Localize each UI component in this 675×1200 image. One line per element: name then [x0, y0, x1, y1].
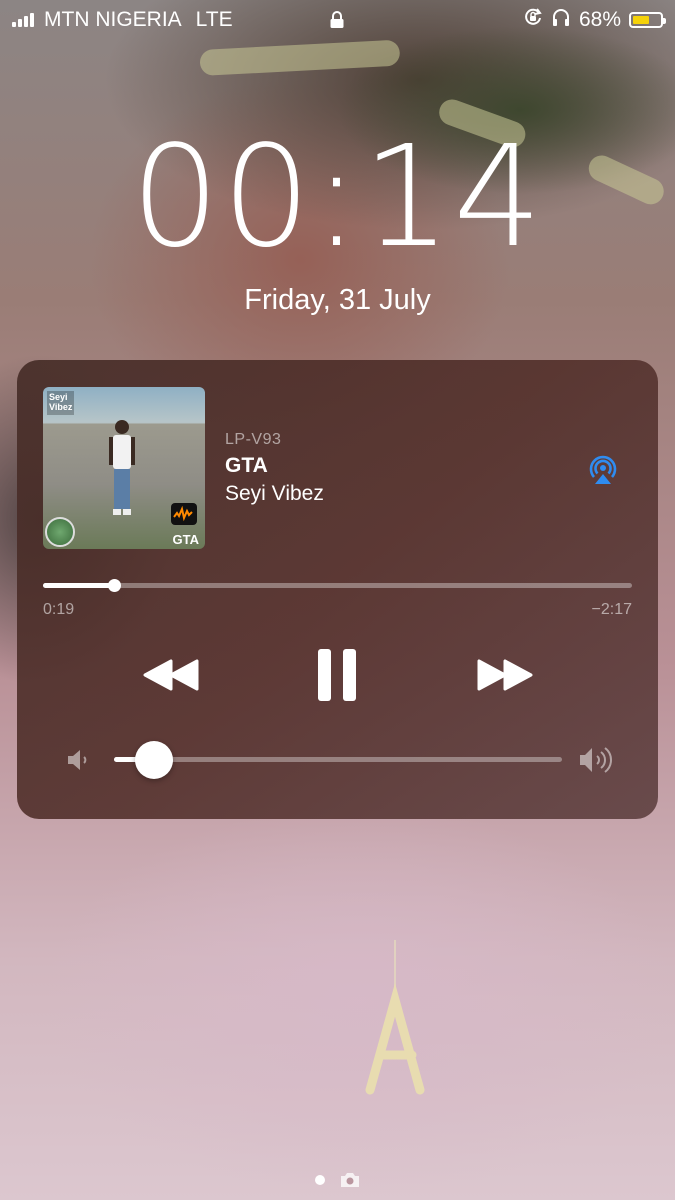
artwork-figure: [109, 420, 135, 515]
artwork-minimap: [45, 517, 75, 547]
playback-progress-fill: [43, 583, 114, 588]
volume-low-icon: [68, 750, 87, 770]
network-type: LTE: [195, 8, 233, 31]
camera-icon[interactable]: [339, 1172, 361, 1188]
artwork-badge-text: GTA: [172, 532, 199, 547]
status-bar: MTN NIGERIA LTE 68%: [0, 0, 675, 40]
signal-bars-icon: [12, 13, 34, 27]
pause-button[interactable]: [307, 645, 367, 705]
battery-percent: 68%: [578, 8, 621, 31]
playback-controls: [17, 645, 658, 705]
pause-icon: [318, 649, 356, 701]
wallpaper-detail: [199, 39, 401, 76]
status-bar-right: 68%: [523, 7, 675, 33]
rewind-icon: [143, 659, 199, 691]
lock-screen-time: 00:14: [130, 116, 545, 279]
lock-icon: [329, 11, 345, 35]
page-indicator: [0, 1172, 675, 1188]
volume-high-icon: [580, 747, 612, 773]
fast-forward-button[interactable]: [472, 645, 538, 705]
track-title: GTA: [225, 454, 268, 477]
headphones-icon: [551, 7, 571, 33]
carrier-name: MTN NIGERIA: [44, 8, 182, 31]
audiomack-icon: [171, 503, 197, 525]
volume-slider-knob[interactable]: [135, 741, 174, 779]
lock-screen-date: Friday, 31 July: [244, 284, 431, 316]
playback-source: LP-V93: [225, 431, 282, 448]
track-artist: Seyi Vibez: [225, 482, 324, 505]
rotation-lock-icon: [523, 7, 543, 33]
artwork-logo-text: Seyi Vibez: [47, 391, 75, 415]
playback-scrubber-knob[interactable]: [107, 579, 121, 592]
now-playing-widget[interactable]: Seyi Vibez GTA LP-V93 GTA Seyi Vibez 0:1…: [17, 360, 658, 819]
elapsed-time: 0:19: [43, 601, 75, 618]
airplay-icon[interactable]: [585, 450, 621, 486]
fast-forward-icon: [477, 659, 533, 691]
page-dot-active: [314, 1175, 325, 1185]
playback-scrubber[interactable]: [43, 579, 632, 592]
album-artwork[interactable]: Seyi Vibez GTA: [43, 387, 205, 549]
rewind-button[interactable]: [138, 645, 204, 705]
battery-icon: [629, 12, 666, 28]
volume-control: [17, 735, 658, 785]
volume-slider[interactable]: [114, 741, 562, 779]
pendant-necklace: [365, 940, 425, 1095]
status-bar-left: MTN NIGERIA LTE: [0, 8, 233, 32]
remaining-time: −2:17: [591, 601, 632, 618]
